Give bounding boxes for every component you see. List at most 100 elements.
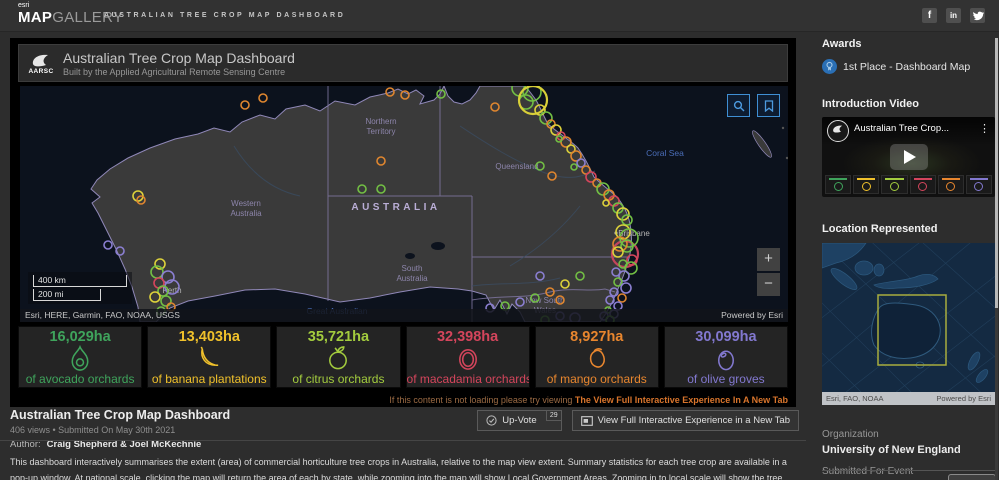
upvote-count-badge: 29 xyxy=(545,411,561,421)
info-section: Australian Tree Crop Map Dashboard 406 v… xyxy=(10,408,799,450)
notice-link[interactable]: The View Full Interactive Experience In … xyxy=(575,395,788,405)
page-title: AUSTRALIAN TREE CROP MAP DASHBOARD xyxy=(104,12,346,19)
mini-stat xyxy=(937,175,964,194)
aarsc-logo-icon xyxy=(32,54,48,66)
map-attribution: Esri, HERE, Garmin, FAO, NOAA, USGS Powe… xyxy=(20,309,788,322)
video-play-button[interactable] xyxy=(889,144,928,170)
view-full-label: View Full Interactive Experience in a Ne… xyxy=(597,415,790,426)
video-menu-icon[interactable]: ⋮ xyxy=(979,122,990,135)
australia-mini xyxy=(871,302,941,359)
map-toolbar xyxy=(727,94,780,117)
upvote-label: Up-Vote xyxy=(502,415,537,426)
svg-text:NorthernTerritory: Northern Territory xyxy=(365,117,396,136)
stat-value: 16,029ha xyxy=(49,329,111,345)
crop-marker[interactable] xyxy=(258,93,268,103)
svg-text:WesternAustralia: Western Australia xyxy=(230,199,262,218)
island xyxy=(752,130,772,158)
stats-row: 16,029ha of avocado orchards 13,403ha of ba… xyxy=(18,326,789,388)
lake xyxy=(431,242,445,250)
page: esri MAPGALLERY AUSTRALIAN TREE CROP MAP… xyxy=(0,0,999,480)
dashboard-embed: AARSC Australian Tree Crop Map Dashboard… xyxy=(10,38,796,407)
intro-video-thumbnail[interactable]: Australian Tree Crop... ⋮ xyxy=(822,117,995,197)
twitter-icon[interactable] xyxy=(970,8,985,23)
video-title[interactable]: Australian Tree Crop... xyxy=(854,123,974,134)
brand-map: MAP xyxy=(18,9,53,26)
stat-panel-banana: 13,403ha of banana plantations xyxy=(147,326,272,388)
stat-panel-avocado: 16,029ha of avocado orchards xyxy=(18,326,143,388)
banana-icon xyxy=(200,346,219,367)
mini-stat xyxy=(965,175,993,194)
view-full-button[interactable]: View Full Interactive Experience in a Ne… xyxy=(571,410,799,431)
map-bookmark-button[interactable] xyxy=(757,94,780,117)
scale-bar: 400 km 200 mi xyxy=(28,272,132,304)
crop-marker[interactable] xyxy=(103,240,113,250)
map-canvas[interactable]: Northern Territory Queensland Western Austra… xyxy=(20,86,788,322)
mini-stat xyxy=(853,175,880,194)
location-powered-by: Powered by Esri xyxy=(936,394,991,403)
organization-value: University of New England xyxy=(822,444,961,456)
linkedin-icon[interactable]: in xyxy=(946,8,961,23)
bookmark-icon xyxy=(764,99,773,112)
location-attribution-text: Esri, FAO, NOAA xyxy=(826,394,884,403)
award-label: 1st Place - Dashboard Map xyxy=(843,60,971,73)
video-heading: Introduction Video xyxy=(822,98,919,110)
notice-text: If this content is not loading please tr… xyxy=(389,395,575,405)
search-icon xyxy=(733,100,744,111)
lake xyxy=(405,253,415,259)
island xyxy=(785,156,788,160)
stat-panel-olive: 30,099ha of olive groves xyxy=(663,326,789,388)
crop-marker[interactable] xyxy=(240,100,250,110)
awards-heading: Awards xyxy=(822,38,862,50)
location-attribution: Esri, FAO, NOAA Powered by Esri xyxy=(822,392,995,405)
mini-stat xyxy=(881,175,908,194)
crop-marker[interactable] xyxy=(620,282,632,294)
island xyxy=(781,126,785,130)
citrus-icon xyxy=(329,346,348,370)
stat-label: of citrus orchards xyxy=(292,372,385,386)
attribution-text: Esri, HERE, Garmin, FAO, NOAA, USGS xyxy=(25,310,180,320)
location-heading: Location Represented xyxy=(822,223,938,235)
sidebar: Awards 1st Place - Dashboard Map Introdu… xyxy=(822,38,995,477)
stat-value: 8,927ha xyxy=(570,329,624,345)
aarsc-logo-text: AARSC xyxy=(28,67,54,75)
dashboard-header: AARSC Australian Tree Crop Map Dashboard… xyxy=(18,44,788,82)
section-divider xyxy=(0,440,806,441)
stat-panel-mango: 8,927ha of mango orchards xyxy=(534,326,659,388)
scale-mi: 200 mi xyxy=(33,289,101,301)
stat-label: of mango orchards xyxy=(546,372,647,386)
stat-label: of banana plantations xyxy=(151,372,267,386)
dashboard-subtitle: Built by the Applied Agricultural Remote… xyxy=(63,66,286,77)
location-minimap xyxy=(822,243,995,404)
zoom-out-button[interactable]: − xyxy=(757,273,780,296)
video-mini-stats xyxy=(825,175,993,194)
scroll-top-button[interactable] xyxy=(948,474,996,480)
zoom-in-button[interactable]: + xyxy=(757,248,780,271)
australia-map: Northern Territory Queensland Western Austra… xyxy=(90,86,788,322)
upvote-button[interactable]: Up-Vote 29 xyxy=(477,410,562,431)
stat-label: of olive groves xyxy=(687,372,765,386)
action-buttons: Up-Vote 29 View Full Interactive Experie… xyxy=(477,410,799,431)
award-item: 1st Place - Dashboard Map xyxy=(822,59,995,74)
sidebar-divider xyxy=(822,470,995,471)
location-map-thumbnail[interactable]: Esri, FAO, NOAA Powered by Esri xyxy=(822,243,995,405)
open-in-new-tab-icon xyxy=(580,415,593,426)
zoom-controls: + − xyxy=(757,248,780,296)
svg-text:Queensland: Queensland xyxy=(495,162,538,171)
aarsc-video-logo[interactable] xyxy=(827,120,849,142)
stat-panel-macadamia: 32,398ha of macadamia orchards xyxy=(405,326,530,388)
dashboard-title: Australian Tree Crop Map Dashboard xyxy=(63,49,295,66)
scrollbar-thumb[interactable] xyxy=(995,38,998,308)
upvote-check-icon xyxy=(486,415,497,426)
svg-text:Coral Sea: Coral Sea xyxy=(646,148,684,158)
facebook-icon[interactable]: f xyxy=(922,8,937,23)
scale-km: 400 km xyxy=(33,275,127,287)
map-search-button[interactable] xyxy=(727,94,750,117)
crop-marker[interactable] xyxy=(617,293,627,303)
stat-panel-citrus: 35,721ha of citrus orchards xyxy=(276,326,401,388)
play-icon xyxy=(904,150,916,164)
loading-notice: If this content is not loading please tr… xyxy=(389,395,788,405)
olive-icon xyxy=(717,350,734,371)
topbar: esri MAPGALLERY AUSTRALIAN TREE CROP MAP… xyxy=(0,0,999,32)
aarsc-blob-icon xyxy=(833,125,843,133)
stat-value: 13,403ha xyxy=(178,329,240,345)
